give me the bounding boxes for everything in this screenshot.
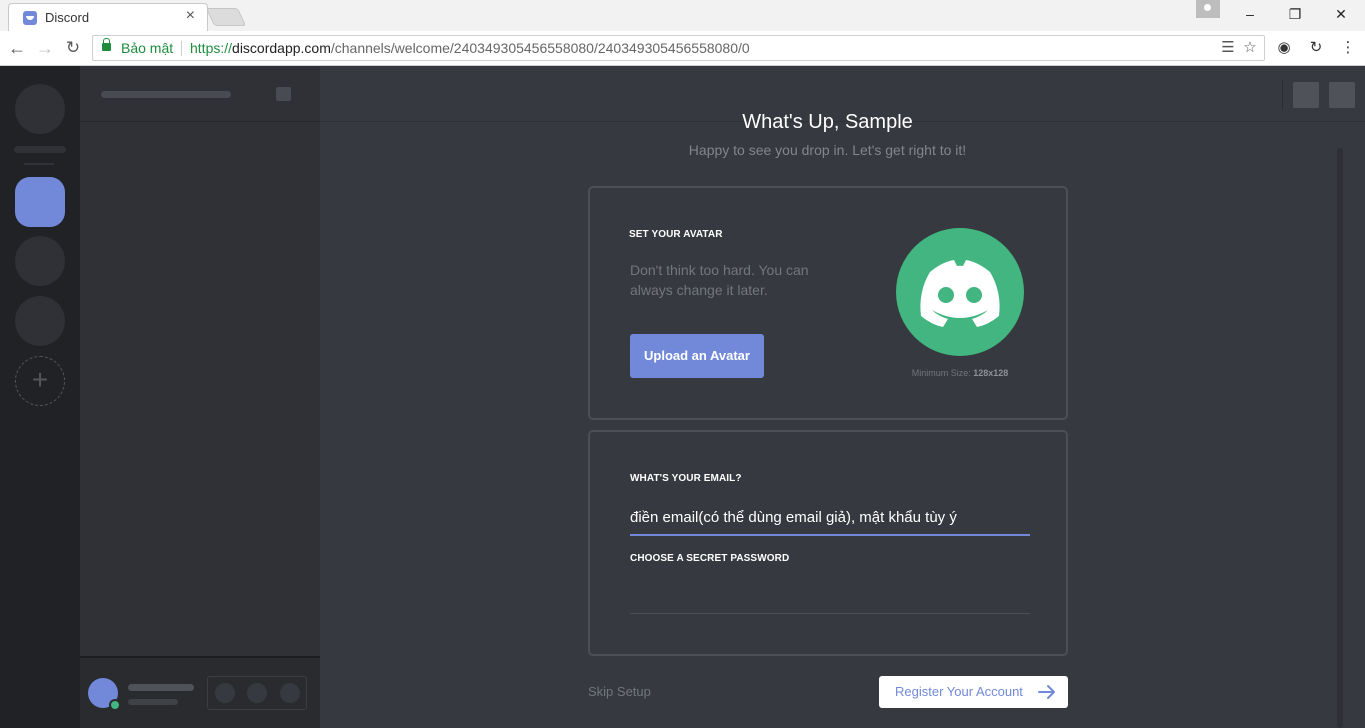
- incognito-extension-icon[interactable]: ◉: [1275, 39, 1293, 57]
- new-tab-button[interactable]: [205, 8, 247, 26]
- skip-setup-link[interactable]: Skip Setup: [588, 684, 651, 699]
- forward-icon[interactable]: →: [34, 37, 56, 59]
- main-content: What's Up, Sample Happy to see you drop …: [320, 66, 1365, 728]
- guild-bar-placeholder: [14, 146, 66, 153]
- guild-placeholder[interactable]: [15, 296, 65, 346]
- lock-icon: [102, 38, 111, 51]
- mute-button[interactable]: [215, 683, 235, 703]
- add-server-icon[interactable]: +: [15, 356, 65, 406]
- upload-avatar-button[interactable]: Upload an Avatar: [630, 334, 764, 378]
- header-divider: [1282, 80, 1283, 110]
- minimum-size-note: Minimum Size: 128x128: [911, 368, 1009, 378]
- header-action-button[interactable]: [1329, 82, 1355, 108]
- deafen-button[interactable]: [247, 683, 267, 703]
- bookmark-star-icon[interactable]: ☆: [1242, 40, 1258, 56]
- arrow-right-icon: [1038, 685, 1055, 699]
- sync-extension-icon[interactable]: ↻: [1307, 39, 1325, 57]
- server-name-placeholder: [101, 91, 231, 98]
- avatar-preview[interactable]: [896, 228, 1024, 356]
- discord-favicon-icon: [23, 11, 37, 25]
- channel-sidebar: [80, 66, 320, 728]
- back-icon[interactable]: ←: [6, 37, 28, 59]
- avatar-description: Don't think too hard. You can always cha…: [630, 262, 809, 298]
- discord-logo-icon: [920, 260, 1000, 327]
- welcome-title: What's Up, Sample: [742, 114, 913, 133]
- email-label: WHAT'S YOUR EMAIL?: [630, 473, 742, 484]
- browser-tab-strip: Discord × – ❐ ✕: [0, 0, 1365, 31]
- browser-tab[interactable]: Discord ×: [8, 3, 208, 31]
- settings-button[interactable]: [280, 683, 300, 703]
- profile-icon[interactable]: [1196, 0, 1220, 18]
- address-bar[interactable]: Bảo mật https://discordapp.com/channels/…: [92, 35, 1265, 61]
- address-divider: [181, 41, 182, 56]
- minimize-icon[interactable]: –: [1227, 3, 1273, 25]
- scrollbar[interactable]: [1337, 148, 1343, 728]
- url-text: https://discordapp.com/channels/welcome/…: [190, 40, 750, 56]
- restore-icon[interactable]: ❐: [1272, 3, 1318, 25]
- close-window-icon[interactable]: ✕: [1318, 3, 1364, 25]
- register-label: Register Your Account: [895, 684, 1023, 699]
- password-label: CHOOSE A SECRET PASSWORD: [630, 553, 790, 564]
- guild-divider: [24, 163, 54, 165]
- guild-active[interactable]: [15, 177, 65, 227]
- close-tab-icon[interactable]: ×: [186, 8, 195, 24]
- translate-icon[interactable]: ☰: [1220, 40, 1236, 56]
- reload-icon[interactable]: ↻: [62, 37, 84, 59]
- email-field[interactable]: [630, 504, 1030, 536]
- header-action-button[interactable]: [1293, 82, 1319, 108]
- header-menu-placeholder[interactable]: [276, 87, 291, 101]
- guild-sidebar: +: [0, 66, 80, 728]
- user-tag-placeholder: [128, 699, 178, 705]
- online-status-icon: [109, 699, 121, 711]
- guild-placeholder[interactable]: [15, 84, 65, 134]
- avatar-section-label: SET YOUR AVATAR: [629, 229, 723, 240]
- username-placeholder: [128, 684, 194, 691]
- channel-header: [80, 66, 320, 122]
- security-label: Bảo mật: [121, 40, 174, 56]
- menu-icon[interactable]: ⋮: [1339, 39, 1357, 57]
- password-field[interactable]: [630, 586, 1030, 614]
- browser-toolbar: ← → ↻ Bảo mật https://discordapp.com/cha…: [0, 31, 1365, 66]
- tab-title: Discord: [45, 10, 90, 25]
- register-button[interactable]: Register Your Account: [879, 676, 1068, 708]
- avatar-card: SET YOUR AVATAR Don't think too hard. Yo…: [588, 186, 1068, 420]
- user-controls: [207, 676, 307, 710]
- welcome-subtitle: Happy to see you drop in. Let's get righ…: [688, 142, 967, 158]
- user-panel: [80, 656, 320, 728]
- account-card: WHAT'S YOUR EMAIL? CHOOSE A SECRET PASSW…: [588, 430, 1068, 656]
- guild-placeholder[interactable]: [15, 236, 65, 286]
